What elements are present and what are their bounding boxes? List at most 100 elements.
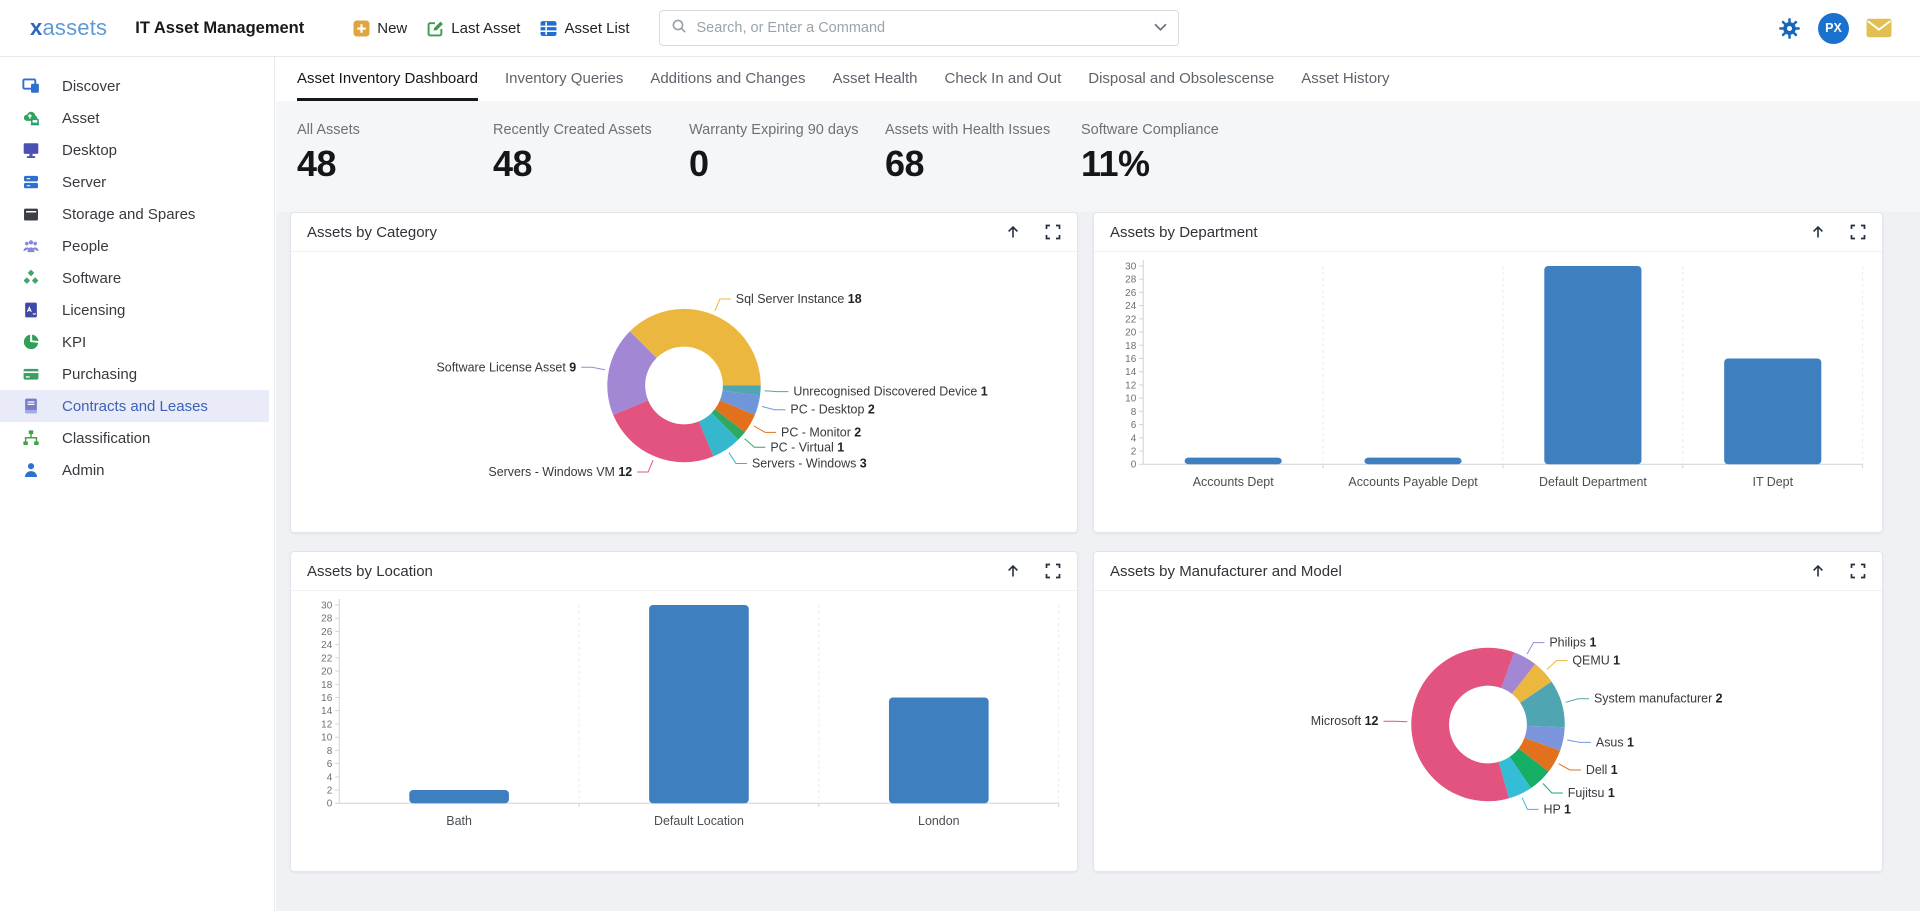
bar-label-london: London xyxy=(918,814,960,828)
svg-text:16: 16 xyxy=(1125,354,1137,365)
stat-assets-with-health-issues: Assets with Health Issues 68 xyxy=(885,101,1081,212)
svg-text:30: 30 xyxy=(1125,261,1137,272)
sidebar-item-label: Contracts and Leases xyxy=(62,398,208,415)
bar-label-bath: Bath xyxy=(446,814,472,828)
bar-default-department[interactable] xyxy=(1544,266,1641,464)
dashboard-grid: Assets by Category Sql Server Instance 1… xyxy=(276,212,1920,911)
tab-check-in-and-out[interactable]: Check In and Out xyxy=(945,57,1062,101)
arrow-up-icon[interactable] xyxy=(1810,563,1826,579)
asset-list-button[interactable]: Asset List xyxy=(533,16,636,41)
sidebar-item-contracts-and-leases[interactable]: Contracts and Leases xyxy=(0,390,269,422)
expand-icon[interactable] xyxy=(1045,563,1061,579)
credit-card-icon xyxy=(22,365,40,383)
arrow-up-icon[interactable] xyxy=(1005,563,1021,579)
bar-london[interactable] xyxy=(889,698,989,804)
svg-text:26: 26 xyxy=(1125,288,1137,299)
tab-additions-and-changes[interactable]: Additions and Changes xyxy=(650,57,805,101)
command-search xyxy=(659,10,1179,46)
last-asset-button[interactable]: Last Asset xyxy=(420,16,527,41)
tab-asset-history[interactable]: Asset History xyxy=(1301,57,1389,101)
svg-text:24: 24 xyxy=(321,640,333,651)
svg-text:28: 28 xyxy=(321,614,333,625)
svg-text:18: 18 xyxy=(1125,341,1137,352)
svg-text:6: 6 xyxy=(327,759,333,770)
expand-icon[interactable] xyxy=(1045,224,1061,240)
sidebar-item-label: Admin xyxy=(62,462,105,479)
chart-assets-by-category: Sql Server Instance 18 Unrecognised Disco… xyxy=(291,252,1077,532)
bar-accounts-payable-dept[interactable] xyxy=(1364,458,1461,465)
svg-text:18: 18 xyxy=(321,680,333,691)
table-grid-icon xyxy=(540,20,557,37)
expand-icon[interactable] xyxy=(1850,563,1866,579)
bar-label-accounts-payable-dept: Accounts Payable Dept xyxy=(1348,475,1478,489)
sidebar-item-discover[interactable]: Discover xyxy=(0,70,269,102)
new-button[interactable]: New xyxy=(346,16,414,41)
settings-gear-icon[interactable] xyxy=(1778,17,1801,40)
sidebar-item-label: Server xyxy=(62,174,106,191)
donut-label-fujitsu: Fujitsu 1 xyxy=(1568,786,1615,800)
search-icon xyxy=(671,18,687,39)
button-label: Asset List xyxy=(564,20,629,37)
app-title: IT Asset Management xyxy=(135,19,304,38)
chevron-down-icon[interactable] xyxy=(1154,19,1167,37)
stat-value: 48 xyxy=(493,143,689,185)
sidebar-item-admin[interactable]: Admin xyxy=(0,454,269,486)
arrow-up-icon[interactable] xyxy=(1810,224,1826,240)
user-avatar[interactable]: PX xyxy=(1818,13,1849,44)
svg-text:0: 0 xyxy=(327,799,333,810)
expand-icon[interactable] xyxy=(1850,224,1866,240)
tab-asset-health[interactable]: Asset Health xyxy=(832,57,917,101)
arrow-up-icon[interactable] xyxy=(1005,224,1021,240)
card-header: Assets by Manufacturer and Model xyxy=(1094,552,1882,591)
svg-text:14: 14 xyxy=(1125,367,1137,378)
card-assets-by-department: Assets by Department 0 2 4 6 8 10 12 14 … xyxy=(1093,212,1883,533)
server-stack-icon xyxy=(22,173,40,191)
sidebar-item-storage-and-spares[interactable]: Storage and Spares xyxy=(0,198,269,230)
sidebar-item-people[interactable]: People xyxy=(0,230,269,262)
sidebar-item-label: People xyxy=(62,238,109,255)
donut-label-unrecognised-discovered-device: Unrecognised Discovered Device 1 xyxy=(793,385,987,399)
bar-it-dept[interactable] xyxy=(1724,359,1821,465)
donut-label-philips: Philips 1 xyxy=(1549,636,1596,650)
storage-box-icon xyxy=(22,205,40,223)
bar-bath[interactable] xyxy=(409,790,509,803)
stat-label: Warranty Expiring 90 days xyxy=(689,122,885,138)
card-assets-by-location: Assets by Location 0 2 4 6 8 10 12 14 16… xyxy=(290,551,1078,872)
button-label: New xyxy=(377,20,407,37)
sidebar-item-desktop[interactable]: Desktop xyxy=(0,134,269,166)
sidebar-item-classification[interactable]: Classification xyxy=(0,422,269,454)
svg-text:6: 6 xyxy=(1131,420,1137,431)
sidebar-item-software[interactable]: Software xyxy=(0,262,269,294)
tab-asset-inventory-dashboard[interactable]: Asset Inventory Dashboard xyxy=(297,57,478,101)
donut-label-servers-windows-vm: Servers - Windows VM 12 xyxy=(488,465,632,479)
sidebar-item-label: Storage and Spares xyxy=(62,206,195,223)
stat-value: 11% xyxy=(1081,143,1277,185)
sidebar-item-kpi[interactable]: KPI xyxy=(0,326,269,358)
sidebar-item-server[interactable]: Server xyxy=(0,166,269,198)
donut-slice-microsoft[interactable] xyxy=(1411,648,1514,801)
license-doc-icon xyxy=(22,301,40,319)
svg-text:12: 12 xyxy=(1125,380,1137,391)
search-input[interactable] xyxy=(695,19,1146,37)
mail-icon[interactable] xyxy=(1866,18,1892,38)
stat-value: 48 xyxy=(297,143,493,185)
bar-accounts-dept[interactable] xyxy=(1185,458,1282,465)
cubes-icon xyxy=(22,269,40,287)
sidebar-item-licensing[interactable]: Licensing xyxy=(0,294,269,326)
sidebar-item-label: Desktop xyxy=(62,142,117,159)
tab-disposal-and-obsolescense[interactable]: Disposal and Obsolescense xyxy=(1088,57,1274,101)
sidebar-item-asset[interactable]: Asset xyxy=(0,102,269,134)
donut-slice-sql-server-instance[interactable] xyxy=(630,309,761,386)
donut-slice-servers-windows-vm[interactable] xyxy=(613,400,713,462)
chart-assets-by-manufacturer-and-model: Philips 1QEMU 1System manufacturer 2Asus… xyxy=(1094,591,1882,871)
app-logo[interactable]: xassets xyxy=(30,15,107,41)
sidebar-item-purchasing[interactable]: Purchasing xyxy=(0,358,269,390)
card-title: Assets by Location xyxy=(307,563,433,580)
tab-inventory-queries[interactable]: Inventory Queries xyxy=(505,57,623,101)
bar-default-location[interactable] xyxy=(649,605,749,803)
svg-text:4: 4 xyxy=(1131,433,1137,444)
sidebar-item-label: KPI xyxy=(62,334,86,351)
book-icon xyxy=(22,397,40,415)
donut-label-sql-server-instance: Sql Server Instance 18 xyxy=(736,292,862,306)
donut-label-pc-virtual: PC - Virtual 1 xyxy=(770,440,844,454)
